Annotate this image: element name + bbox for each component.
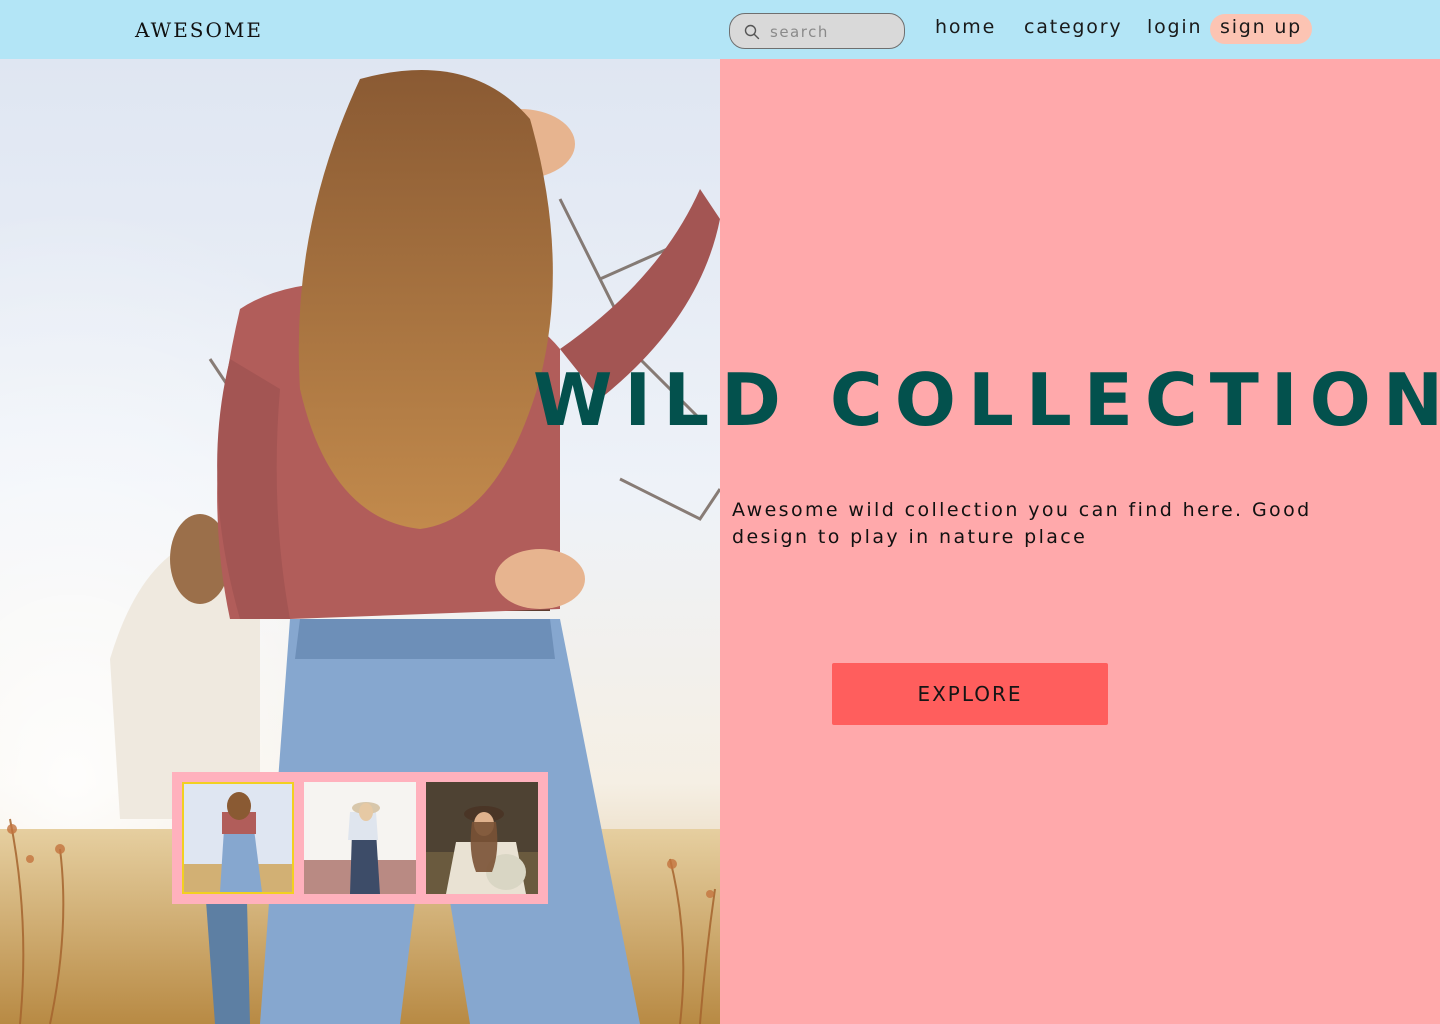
- nav-login-link[interactable]: login: [1147, 16, 1202, 38]
- thumbnail-strip: [172, 772, 548, 904]
- hero-title: WILD COLLECTION: [533, 358, 1440, 442]
- search-input[interactable]: [770, 20, 896, 44]
- thumbnail-1-image: [184, 784, 292, 892]
- explore-button[interactable]: EXPLORE: [832, 663, 1108, 725]
- search-icon: [744, 24, 760, 40]
- thumbnail-3-image: [426, 782, 538, 894]
- hero-description: Awesome wild collection you can find her…: [732, 499, 1312, 548]
- thumbnail-1-selected[interactable]: [182, 782, 294, 894]
- top-navbar: AWESOME home category login sign up: [0, 0, 1440, 59]
- search-box[interactable]: [729, 13, 905, 49]
- nav-home-link[interactable]: home: [935, 16, 996, 38]
- thumbnail-2[interactable]: [304, 782, 416, 894]
- nav-category-link[interactable]: category: [1024, 16, 1122, 38]
- brand-logo[interactable]: AWESOME: [135, 18, 263, 42]
- signup-button[interactable]: sign up: [1210, 14, 1313, 44]
- thumbnail-3[interactable]: [426, 782, 538, 894]
- thumbnail-2-image: [304, 782, 416, 894]
